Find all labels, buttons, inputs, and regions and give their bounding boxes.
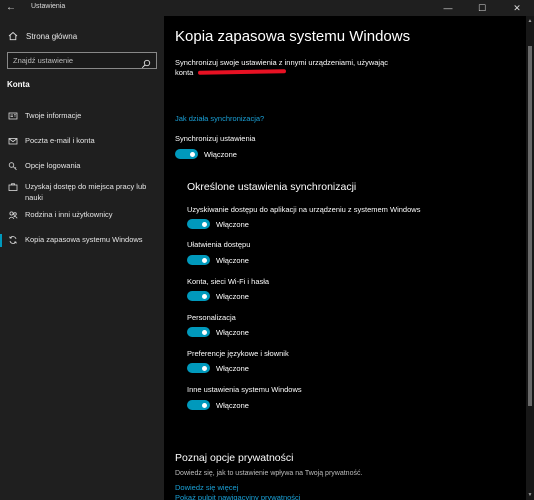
- setting-state-apps: Włączone: [216, 219, 249, 229]
- scroll-down-icon[interactable]: ▼: [527, 492, 533, 498]
- toggle-knob: [202, 402, 207, 408]
- sync-settings-toggle-row: Włączone: [175, 149, 237, 159]
- sidebar-item-label: Opcje logowania: [25, 161, 81, 170]
- setting-toggle-row-language: Włączone: [187, 363, 249, 373]
- sync-icon: [8, 235, 18, 245]
- person-card-icon: [8, 111, 18, 121]
- home-label: Strona główna: [26, 31, 78, 41]
- sidebar-item-label: Twoje informacje: [25, 111, 82, 120]
- setting-toggle-accounts-wifi[interactable]: [187, 291, 210, 301]
- sidebar-item-label: Rodzina i inni użytkownicy: [25, 210, 113, 219]
- setting-toggle-row-personalization: Włączone: [187, 327, 249, 337]
- setting-label-accounts-wifi: Konta, sieci Wi-Fi i hasła: [187, 277, 270, 286]
- scrollbar-thumb[interactable]: [528, 46, 532, 406]
- setting-label-apps: Uzyskiwanie dostępu do aplikacji na urzą…: [187, 205, 421, 214]
- setting-label-language: Preferencje językowe i słownik: [187, 349, 289, 358]
- active-indicator: [0, 234, 2, 247]
- setting-state-personalization: Włączone: [216, 327, 249, 337]
- setting-state-accessibility: Włączone: [216, 255, 249, 265]
- sync-settings-label: Synchronizuj ustawienia: [175, 134, 256, 143]
- sync-settings-toggle[interactable]: [175, 149, 198, 159]
- maximize-button[interactable]: ☐: [465, 0, 499, 16]
- setting-state-language: Włączone: [216, 363, 249, 373]
- home-link[interactable]: Strona główna: [8, 29, 77, 43]
- settings-window: ← Ustawienia — ☐ ✕ Strona główna Konta T…: [0, 0, 534, 500]
- sidebar-item-your-info[interactable]: Twoje informacje: [0, 110, 164, 121]
- people-icon: [8, 210, 18, 220]
- sidebar-item-label: Uzyskaj dostęp do miejsca pracy lub nauk…: [25, 182, 147, 202]
- toggle-knob: [190, 151, 195, 157]
- setting-toggle-other-windows[interactable]: [187, 400, 210, 410]
- toggle-knob: [202, 365, 207, 371]
- setting-state-other-windows: Włączone: [216, 400, 249, 410]
- setting-state-accounts-wifi: Włączone: [216, 291, 249, 301]
- search-input[interactable]: [13, 56, 141, 65]
- setting-toggle-row-apps: Włączone: [187, 219, 249, 229]
- scroll-up-icon[interactable]: ▲: [527, 18, 533, 24]
- minimize-button[interactable]: —: [431, 0, 465, 16]
- privacy-title: Poznaj opcje prywatności: [175, 452, 294, 464]
- setting-toggle-apps[interactable]: [187, 219, 210, 229]
- sidebar-item-email[interactable]: Poczta e-mail i konta: [0, 135, 164, 146]
- setting-toggle-row-other-windows: Włączone: [187, 400, 249, 410]
- learn-more-link[interactable]: Dowiedz się więcej: [175, 483, 238, 492]
- toggle-knob: [202, 293, 207, 299]
- setting-label-other-windows: Inne ustawienia systemu Windows: [187, 385, 302, 394]
- sidebar-item-label: Poczta e-mail i konta: [25, 136, 95, 145]
- specific-sync-settings-title: Określone ustawienia synchronizacji: [187, 181, 357, 193]
- content-scrollbar[interactable]: ▲ ▼: [526, 16, 534, 500]
- home-icon: [8, 31, 18, 41]
- setting-toggle-row-accounts-wifi: Włączone: [187, 291, 249, 301]
- sidebar-item-sign-in[interactable]: Opcje logowania: [0, 160, 164, 171]
- main-content: Kopia zapasowa systemu Windows Synchroni…: [164, 16, 526, 500]
- setting-label-accessibility: Ułatwienia dostępu: [187, 240, 251, 249]
- sidebar: Strona główna Konta Twoje informacje Poc…: [0, 16, 164, 500]
- description-line-1: Synchronizuj swoje ustawienia z innymi u…: [175, 58, 389, 67]
- setting-toggle-language[interactable]: [187, 363, 210, 373]
- how-sync-works-link[interactable]: Jak działa synchronizacja?: [175, 114, 264, 123]
- page-description: Synchronizuj swoje ustawienia z innymi u…: [175, 58, 475, 78]
- sidebar-item-work-access[interactable]: Uzyskaj dostęp do miejsca pracy lub nauk…: [0, 181, 160, 203]
- sync-settings-state: Włączone: [204, 149, 237, 159]
- key-icon: [8, 161, 18, 171]
- back-button[interactable]: ←: [6, 1, 18, 15]
- search-icon[interactable]: [141, 56, 151, 68]
- toggle-knob: [202, 221, 207, 227]
- toggle-knob: [202, 257, 207, 263]
- setting-toggle-personalization[interactable]: [187, 327, 210, 337]
- sidebar-item-label: Kopia zapasowa systemu Windows: [25, 235, 143, 244]
- toggle-knob: [202, 329, 207, 335]
- sidebar-item-windows-backup[interactable]: Kopia zapasowa systemu Windows: [0, 234, 164, 247]
- setting-toggle-row-accessibility: Włączone: [187, 255, 249, 265]
- search-field[interactable]: [7, 52, 157, 69]
- title-bar: ← Ustawienia — ☐ ✕: [0, 0, 534, 16]
- sidebar-section-heading: Konta: [7, 80, 30, 89]
- window-title: Ustawienia: [31, 3, 66, 10]
- privacy-description: Dowiedz się, jak to ustawienie wpływa na…: [175, 470, 363, 477]
- page-title: Kopia zapasowa systemu Windows: [175, 28, 411, 45]
- setting-label-personalization: Personalizacja: [187, 313, 236, 322]
- close-button[interactable]: ✕: [500, 0, 534, 16]
- privacy-dashboard-link[interactable]: Pokaż pulpit nawigacyjny prywatności: [175, 493, 300, 500]
- setting-toggle-accessibility[interactable]: [187, 255, 210, 265]
- mail-icon: [8, 136, 18, 146]
- briefcase-icon: [8, 182, 18, 192]
- sidebar-item-family[interactable]: Rodzina i inni użytkownicy: [0, 209, 164, 220]
